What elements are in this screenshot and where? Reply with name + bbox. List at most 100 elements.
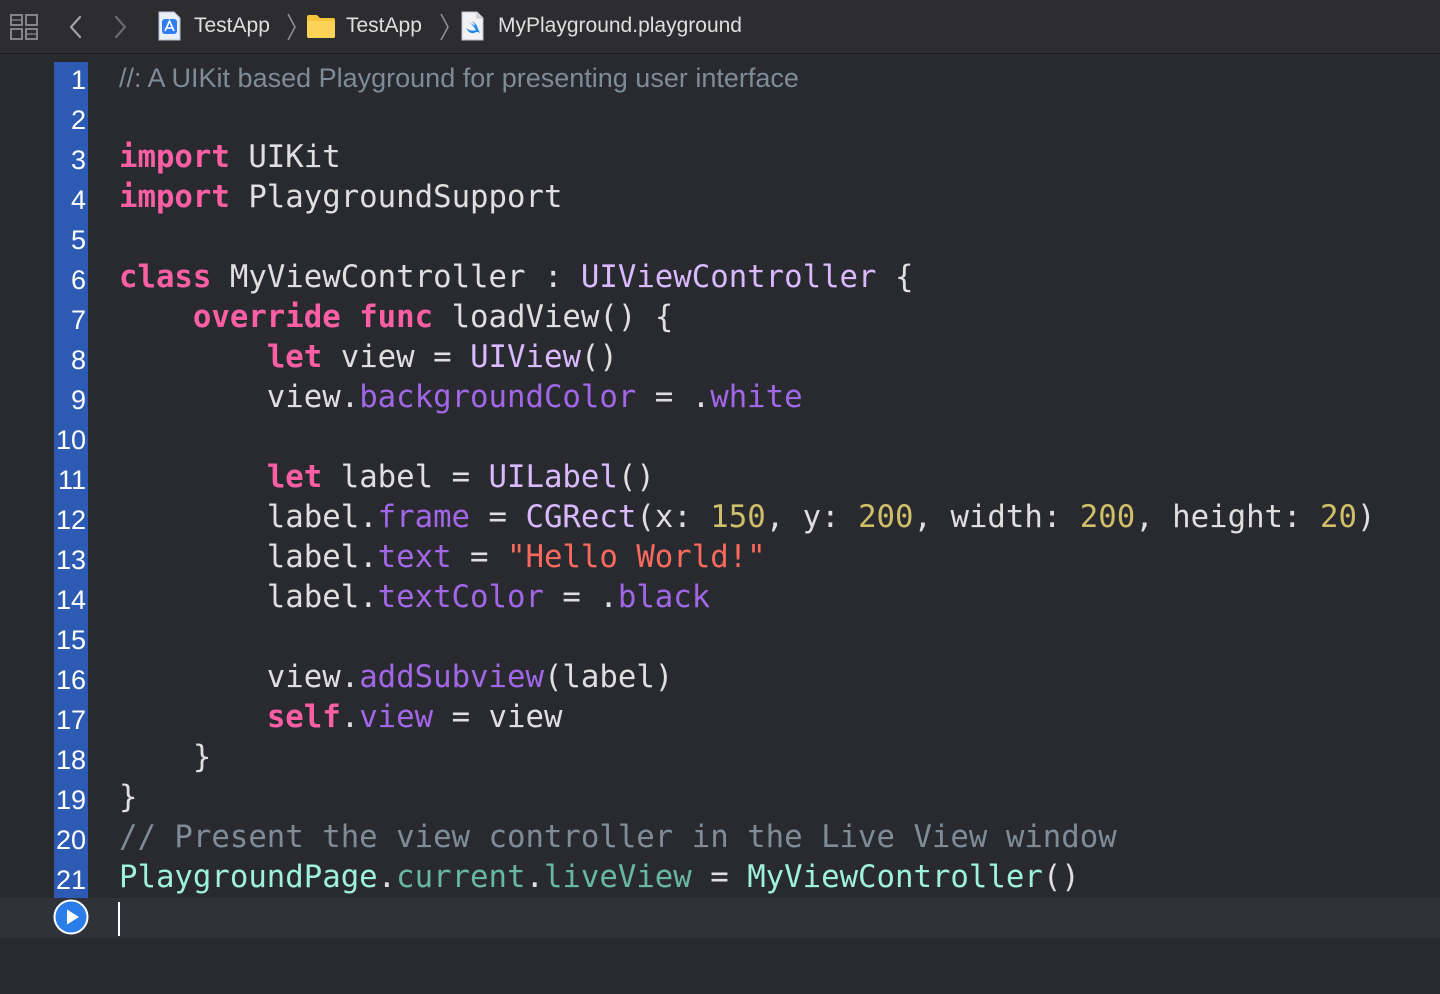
code-line[interactable]: 10 <box>0 418 1440 458</box>
code-text[interactable]: let view = UIView() <box>119 338 618 378</box>
line-number[interactable]: 7 <box>54 300 86 336</box>
comment-token: // Present the view controller in the Li… <box>119 820 1117 855</box>
code-token: . <box>377 860 397 895</box>
code-line[interactable]: 2 <box>0 98 1440 138</box>
keyword-token: self <box>266 700 341 735</box>
class-token: MyViewController <box>747 860 1043 895</box>
code-text[interactable]: PlaygroundPage.current.liveView = MyView… <box>119 858 1080 898</box>
line-number[interactable]: 8 <box>54 340 86 376</box>
code-line[interactable]: 17 self.view = view <box>0 698 1440 738</box>
code-line[interactable]: 4 import PlaygroundSupport <box>0 178 1440 218</box>
current-line-highlight <box>0 898 1440 938</box>
code-line[interactable]: 5 <box>0 218 1440 258</box>
code-text[interactable]: view.backgroundColor = .white <box>119 378 803 418</box>
code-text[interactable]: import UIKit <box>119 138 341 178</box>
number-token: 200 <box>1079 500 1136 535</box>
code-text[interactable]: import PlaygroundSupport <box>119 178 562 218</box>
breadcrumb-playground-file[interactable]: MyPlayground.playground <box>460 10 742 42</box>
code-line[interactable]: 11 let label = UILabel() <box>0 458 1440 498</box>
line-number[interactable]: 16 <box>54 660 86 696</box>
chevron-right-icon[interactable] <box>110 14 130 40</box>
text-cursor <box>118 902 120 936</box>
code-token: label. <box>119 540 378 575</box>
line-number[interactable]: 10 <box>54 420 86 456</box>
keyword-token: import <box>119 180 230 215</box>
code-token: = <box>470 500 526 535</box>
type-token: UIView <box>470 340 581 375</box>
code-text[interactable]: class MyViewController : UIViewControlle… <box>119 258 913 298</box>
code-token: label. <box>119 500 378 535</box>
line-number[interactable]: 4 <box>54 180 86 216</box>
line-number[interactable]: 12 <box>54 500 86 536</box>
folder-icon <box>307 15 335 38</box>
breadcrumb-folder[interactable]: TestApp <box>306 10 422 42</box>
line-number[interactable]: 20 <box>54 820 86 856</box>
code-line[interactable]: 21 PlaygroundPage.current.liveView = MyVi… <box>0 858 1440 898</box>
line-number[interactable]: 14 <box>54 580 86 616</box>
line-number[interactable]: 15 <box>54 620 86 656</box>
code-line[interactable]: 6 class MyViewController : UIViewControll… <box>0 258 1440 298</box>
code-text[interactable]: } <box>119 778 137 818</box>
line-number[interactable]: 5 <box>54 220 86 256</box>
code-line[interactable]: 1 //: A UIKit based Playground for presen… <box>0 58 1440 98</box>
code-line[interactable]: 19} <box>0 778 1440 818</box>
line-number[interactable]: 9 <box>54 380 86 416</box>
code-line[interactable]: 3 import UIKit <box>0 138 1440 178</box>
property-token: black <box>617 580 711 615</box>
swift-file-icon <box>461 11 484 41</box>
code-line[interactable]: 15 <box>0 618 1440 658</box>
breadcrumb-label: MyPlayground.playground <box>498 14 742 37</box>
code-token: (x: <box>636 500 711 535</box>
line-number[interactable]: 3 <box>54 140 86 176</box>
code-text[interactable]: override func loadView() { <box>119 298 673 338</box>
code-text[interactable]: label.frame = CGRect(x: 150, y: 200, wid… <box>119 498 1376 538</box>
code-token: = . <box>543 580 618 615</box>
doc-comment-token: //: A UIKit based Playground for present… <box>119 63 799 93</box>
number-token: 150 <box>710 500 766 535</box>
line-number[interactable]: 1 <box>54 60 86 96</box>
grid-icon[interactable] <box>10 14 38 40</box>
code-token: label = <box>322 460 489 495</box>
line-number[interactable]: 6 <box>54 260 86 296</box>
code-line[interactable]: 12 label.frame = CGRect(x: 150, y: 200, … <box>0 498 1440 538</box>
code-text[interactable]: view.addSubview(label) <box>119 658 673 698</box>
chevron-left-icon[interactable] <box>66 14 86 40</box>
line-number[interactable]: 19 <box>54 780 86 816</box>
code-text[interactable]: let label = UILabel() <box>119 458 655 498</box>
code-text[interactable]: } <box>119 738 212 778</box>
code-line[interactable]: 7 override func loadView() { <box>0 298 1440 338</box>
code-text[interactable]: // Present the view controller in the Li… <box>119 818 1117 858</box>
code-line[interactable]: 16 view.addSubview(label) <box>0 658 1440 698</box>
code-token: , height: <box>1135 500 1320 535</box>
breadcrumb-project[interactable]: TestApp <box>156 10 270 42</box>
code-line[interactable]: 13 label.text = "Hello World!" <box>0 538 1440 578</box>
line-number[interactable]: 18 <box>54 740 86 776</box>
code-token: = <box>691 860 748 895</box>
code-text[interactable]: self.view = view <box>119 698 563 738</box>
type-token: UIViewController <box>580 260 877 295</box>
line-number[interactable]: 21 <box>54 860 86 896</box>
code-line[interactable]: 14 label.textColor = .black <box>0 578 1440 618</box>
line-number[interactable]: 2 <box>54 100 86 136</box>
line-number[interactable]: 13 <box>54 540 86 576</box>
breadcrumb-chevron-icon <box>287 13 296 41</box>
code-line[interactable]: 9 view.backgroundColor = .white <box>0 378 1440 418</box>
play-circle-icon[interactable] <box>53 899 89 935</box>
code-line[interactable]: 8 let view = UIView() <box>0 338 1440 378</box>
line-number[interactable]: 17 <box>54 700 86 736</box>
code-text[interactable]: label.textColor = .black <box>119 578 710 618</box>
code-token: () <box>617 460 655 495</box>
code-line[interactable]: 18 } <box>0 738 1440 778</box>
number-token: 200 <box>858 500 914 535</box>
code-text[interactable]: //: A UIKit based Playground for present… <box>119 58 799 98</box>
line-number[interactable]: 11 <box>54 460 86 496</box>
code-line[interactable]: 20 // Present the view controller in the … <box>0 818 1440 858</box>
code-token: view = <box>322 340 471 375</box>
code-token: = . <box>636 380 711 415</box>
code-editor[interactable]: 1 //: A UIKit based Playground for presen… <box>0 58 1440 898</box>
code-token: , width: <box>913 500 1080 535</box>
code-text[interactable]: label.text = "Hello World!" <box>119 538 766 578</box>
